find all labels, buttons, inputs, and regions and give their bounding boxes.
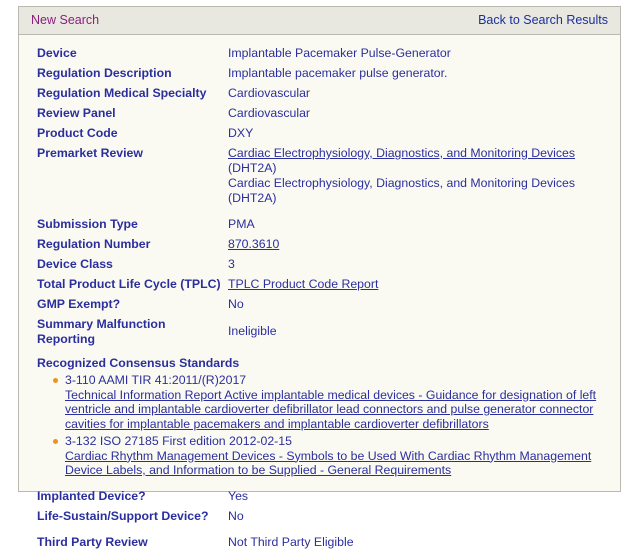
row-label: Device <box>37 46 77 60</box>
detail-row-device-class: Device Class 3 <box>19 256 620 272</box>
row-label-line-2: Reporting <box>37 332 96 346</box>
row-label: Life-Sustain/Support Device? <box>37 508 209 523</box>
premarket-review-suffix: (DHT2A) <box>228 161 277 175</box>
premarket-review-link[interactable]: Cardiac Electrophysiology, Diagnostics, … <box>228 146 575 160</box>
row-value: PMA <box>228 217 255 231</box>
row-value: Implantable Pacemaker Pulse-Generator <box>228 46 451 60</box>
row-value: Yes <box>228 488 249 503</box>
detail-row-device: Device Implantable Pacemaker Pulse-Gener… <box>19 45 620 61</box>
new-search-link[interactable]: New Search <box>31 13 99 27</box>
detail-row-regulation-medical-specialty: Regulation Medical Specialty Cardiovascu… <box>19 85 620 101</box>
tplc-product-code-report-link[interactable]: TPLC Product Code Report <box>228 277 378 291</box>
row-value: TPLC Product Code Report <box>228 276 620 292</box>
row-value: Ineligible <box>228 324 277 338</box>
consensus-standard-title: 3-110 AAMI TIR 41:2011/(R)2017 <box>65 373 247 387</box>
row-label: Device Class <box>37 257 113 271</box>
device-detail-panel: New Search Back to Search Results Device… <box>18 6 621 549</box>
list-item: 3-132 ISO 27185 First edition 2012-02-15… <box>53 434 602 478</box>
list-item: 3-110 AAMI TIR 41:2011/(R)2017 Technical… <box>53 373 602 432</box>
row-label: Regulation Description <box>37 66 172 80</box>
row-value: Not Third Party Eligible <box>228 534 354 549</box>
detail-row-regulation-description: Regulation Description Implantable pacem… <box>19 65 620 81</box>
detail-row-submission-type: Submission Type PMA <box>19 216 620 232</box>
row-label: Third Party Review <box>37 534 148 549</box>
premarket-review-line-1: Cardiac Electrophysiology, Diagnostics, … <box>228 146 620 176</box>
row-label: Review Panel <box>37 106 116 120</box>
row-label-line-1: Summary Malfunction <box>37 317 166 331</box>
row-value: Implantable pacemaker pulse generator. <box>228 66 448 80</box>
row-value: Cardiac Electrophysiology, Diagnostics, … <box>228 145 620 206</box>
bullet-icon <box>53 439 58 444</box>
consensus-standard-description-link[interactable]: Cardiac Rhythm Management Devices - Symb… <box>65 449 602 478</box>
row-label: Implanted Device? <box>37 488 146 503</box>
row-value: Cardiovascular <box>228 86 311 100</box>
detail-row-product-code: Product Code DXY <box>19 125 620 141</box>
regulation-number-link[interactable]: 870.3610 <box>228 237 279 251</box>
row-label: Summary Malfunction Reporting <box>37 316 228 347</box>
premarket-review-line-2: Cardiac Electrophysiology, Diagnostics, … <box>228 176 575 205</box>
row-value: 870.3610 <box>228 236 620 252</box>
row-label: Regulation Number <box>37 237 151 251</box>
row-value: DXY <box>228 126 254 140</box>
row-label: Regulation Medical Specialty <box>37 86 207 100</box>
row-label: Total Product Life Cycle (TPLC) <box>37 277 221 291</box>
row-label: Premarket Review <box>37 146 143 160</box>
detail-row-implanted-device: Implanted Device? Yes <box>19 488 620 504</box>
row-label: Product Code <box>37 126 118 140</box>
detail-content: Device Implantable Pacemaker Pulse-Gener… <box>19 35 620 549</box>
row-value: 3 <box>228 257 235 271</box>
consensus-standards-list: 3-110 AAMI TIR 41:2011/(R)2017 Technical… <box>19 373 620 478</box>
detail-row-premarket-review: Premarket Review Cardiac Electrophysiolo… <box>19 145 620 206</box>
top-navigation-bar: New Search Back to Search Results <box>19 7 620 35</box>
detail-row-third-party-review: Third Party Review Not Third Party Eligi… <box>19 534 620 550</box>
consensus-standards-heading: Recognized Consensus Standards <box>37 356 240 370</box>
row-label: GMP Exempt? <box>37 297 121 311</box>
consensus-standard-description-link[interactable]: Technical Information Report Active impl… <box>65 388 602 432</box>
row-value: Cardiovascular <box>228 106 311 120</box>
detail-row-summary-malfunction-reporting: Summary Malfunction Reporting Ineligible <box>19 316 620 347</box>
bullet-icon <box>53 378 58 383</box>
detail-row-gmp-exempt: GMP Exempt? No <box>19 296 620 312</box>
detail-row-life-sustain-support-device: Life-Sustain/Support Device? No <box>19 508 620 524</box>
consensus-standard-title: 3-132 ISO 27185 First edition 2012-02-15 <box>65 434 292 448</box>
detail-row-regulation-number: Regulation Number 870.3610 <box>19 236 620 252</box>
row-label: Submission Type <box>37 217 138 231</box>
detail-row-review-panel: Review Panel Cardiovascular <box>19 105 620 121</box>
detail-row-tplc: Total Product Life Cycle (TPLC) TPLC Pro… <box>19 276 620 292</box>
row-value: No <box>228 508 244 523</box>
back-to-search-results-link[interactable]: Back to Search Results <box>478 13 608 27</box>
row-value: No <box>228 297 244 311</box>
